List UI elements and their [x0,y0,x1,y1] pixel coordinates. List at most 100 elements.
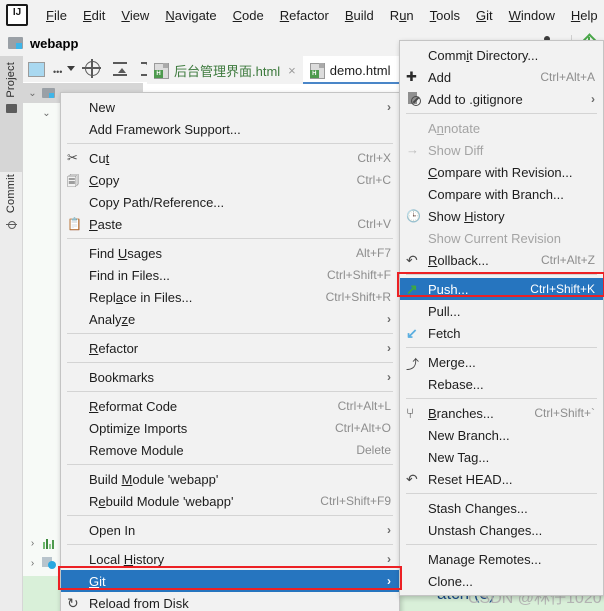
menu-item-cut[interactable]: Cut Ctrl+X [61,147,399,169]
menu-item-local-history[interactable]: Local History › [61,548,399,570]
menu-item-reload-from-disk[interactable]: Reload from Disk [61,592,399,611]
git-menu-item-unstash-changes[interactable]: Unstash Changes... [400,519,603,541]
git-menu-item-compare-with-branch[interactable]: Compare with Branch... [400,183,603,205]
menu-icon-slot [400,161,428,183]
git-menu-item-branches[interactable]: Branches... Ctrl+Shift+` [400,402,603,424]
menu-item-label: Copy Path/Reference... [89,194,225,210]
menubar-item-window[interactable]: Window [501,5,563,26]
git-menu-item-commit-directory[interactable]: Commit Directory... [400,44,603,66]
menu-item-label: Open In [89,522,136,538]
select-opened-file-icon[interactable] [23,58,49,80]
menu-item-label: Add to .gitignore [428,91,523,107]
menu-item-open-in[interactable]: Open In › [61,519,399,541]
locate-file-icon[interactable] [79,58,105,80]
close-icon[interactable]: × [288,63,296,78]
menu-item-label: Branches... [428,405,494,421]
menu-item-replace-in-files[interactable]: Replace in Files... Ctrl+Shift+R [61,286,399,308]
sidebar-item-project[interactable]: Project [0,56,22,172]
menu-separator [67,362,393,363]
menu-item-find-in-files[interactable]: Find in Files... Ctrl+Shift+F [61,264,399,286]
menu-item-paste[interactable]: Paste Ctrl+V [61,213,399,235]
menu-item-shortcut: Ctrl+Alt+O [334,421,391,435]
tab-label: 后台管理界面.html [174,63,281,79]
git-menu-item-push[interactable]: Push... Ctrl+Shift+K [400,278,603,300]
menu-separator [67,515,393,516]
menu-item-shortcut: Ctrl+Alt+L [337,399,391,413]
git-menu-item-manage-remotes[interactable]: Manage Remotes... [400,548,603,570]
git-menu-item-compare-with-revision[interactable]: Compare with Revision... [400,161,603,183]
menu-item-label: Git [89,573,106,589]
menubar-item-help[interactable]: Help [563,5,604,26]
menu-item-new[interactable]: New › [61,96,399,118]
menu-item-add-framework-support[interactable]: Add Framework Support... [61,118,399,140]
git-menu-item-clone[interactable]: Clone... [400,570,603,592]
menubar-item-run[interactable]: Run [382,5,422,26]
tab-houtai-guanli[interactable]: H 后台管理界面.html × [147,56,303,84]
tab-demo-html[interactable]: H demo.html × [302,56,414,84]
menu-icon-slot [61,548,89,570]
merge-icon [406,354,422,370]
menubar-item-git[interactable]: Git [468,5,501,26]
git-menu-item-add-to-gitignore[interactable]: Add to .gitignore › [400,88,603,110]
git-menu-item-reset-head[interactable]: Reset HEAD... [400,468,603,490]
plus-icon-slot [400,66,428,88]
menu-item-analyze[interactable]: Analyze › [61,308,399,330]
chevron-right-icon[interactable]: › [27,558,38,569]
menubar-item-tools[interactable]: Tools [422,5,468,26]
menu-item-build-module-webapp[interactable]: Build Module 'webapp' [61,468,399,490]
menu-item-label: Add [428,69,452,85]
git-menu-item-add[interactable]: Add Ctrl+Alt+A [400,66,603,88]
menu-icon-slot [61,337,89,359]
commit-icon [5,219,17,230]
chevron-right-icon[interactable]: › [27,538,38,549]
git-menu-item-pull[interactable]: Pull... [400,300,603,322]
menubar-item-view[interactable]: View [113,5,157,26]
chevron-down-icon[interactable]: ⌄ [41,108,52,119]
menu-item-label: Optimize Imports [89,420,188,436]
menu-item-copy[interactable]: Copy Ctrl+C [61,169,399,191]
menu-item-remove-module[interactable]: Remove Module Delete [61,439,399,461]
menu-item-label: Build Module 'webapp' [89,471,219,487]
menu-item-refactor[interactable]: Refactor › [61,337,399,359]
file-options-dropdown-icon[interactable]: ••• [51,58,77,80]
menu-item-shortcut: Ctrl+C [356,173,391,187]
menubar-item-build[interactable]: Build [337,5,382,26]
git-menu-item-rollback[interactable]: Rollback... Ctrl+Alt+Z [400,249,603,271]
show-diff-icon [406,142,422,158]
git-menu-item-merge[interactable]: Merge... [400,351,603,373]
fetch-icon [406,325,422,341]
menu-item-bookmarks[interactable]: Bookmarks › [61,366,399,388]
sidebar-item-project-label: Project [5,62,17,98]
menu-item-git[interactable]: Git › [61,570,399,592]
git-menu-item-stash-changes[interactable]: Stash Changes... [400,497,603,519]
menu-item-label: Bookmarks [89,369,155,385]
git-menu-item-fetch[interactable]: Fetch [400,322,603,344]
expand-all-icon[interactable] [107,58,133,80]
menu-item-label: Show Current Revision [428,230,561,246]
menubar-item-edit[interactable]: Edit [75,5,113,26]
git-menu-item-new-branch[interactable]: New Branch... [400,424,603,446]
folder-icon [5,103,17,113]
menu-separator [67,143,393,144]
menu-item-optimize-imports[interactable]: Optimize Imports Ctrl+Alt+O [61,417,399,439]
menubar-item-navigate[interactable]: Navigate [157,5,224,26]
menubar-item-file[interactable]: File [38,5,75,26]
menu-item-label: Commit Directory... [428,47,539,63]
menu-item-rebuild-module-webapp[interactable]: Rebuild Module 'webapp' Ctrl+Shift+F9 [61,490,399,512]
chevron-right-icon: › [387,312,391,326]
menubar-item-code[interactable]: Code [225,5,272,26]
git-menu-item-rebase[interactable]: Rebase... [400,373,603,395]
menu-item-reformat-code[interactable]: Reformat Code Ctrl+Alt+L [61,395,399,417]
menu-item-label: Refactor [89,340,139,356]
menu-icon-slot [61,191,89,213]
menubar-item-refactor[interactable]: Refactor [272,5,337,26]
menu-item-find-usages[interactable]: Find Usages Alt+F7 [61,242,399,264]
clock-icon [406,208,422,224]
sidebar-item-commit[interactable]: Commit [0,168,22,284]
git-menu-item-show-history[interactable]: Show History [400,205,603,227]
git-menu-item-new-tag[interactable]: New Tag... [400,446,603,468]
menu-item-copy-path-reference[interactable]: Copy Path/Reference... [61,191,399,213]
menu-item-shortcut: Ctrl+Shift+R [325,290,391,304]
rollback-icon [406,252,422,268]
chevron-down-icon[interactable]: ⌄ [27,88,38,99]
